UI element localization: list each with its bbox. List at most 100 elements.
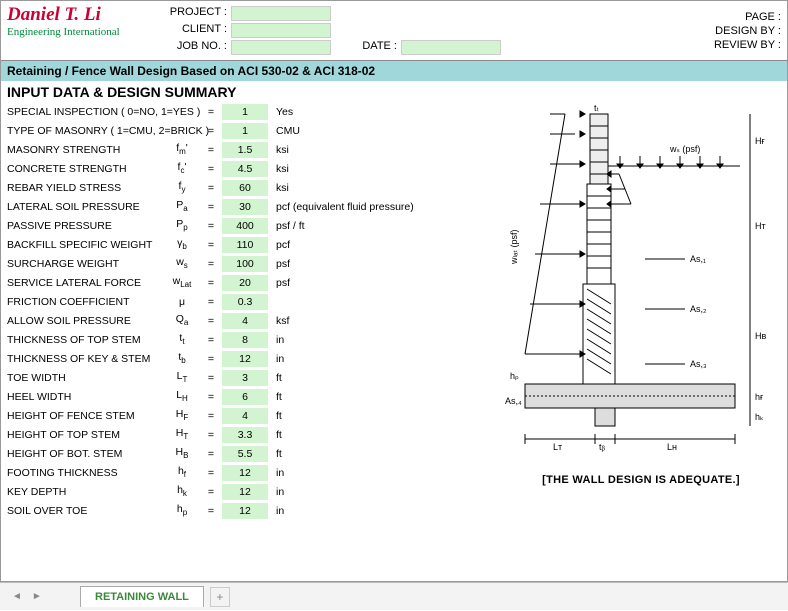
param-value[interactable]: 30 <box>222 199 268 215</box>
param-value[interactable]: 5.5 <box>222 446 268 462</box>
param-value[interactable]: 6 <box>222 389 268 405</box>
param-desc: PASSIVE PRESSURE <box>7 220 162 232</box>
param-value[interactable]: 8 <box>222 332 268 348</box>
param-unit: ksf <box>270 315 487 327</box>
svg-text:tᵦ: tᵦ <box>599 442 606 452</box>
param-value[interactable]: 12 <box>222 465 268 481</box>
param-unit: psf <box>270 277 487 289</box>
param-desc: HEIGHT OF FENCE STEM <box>7 410 162 422</box>
param-row: THICKNESS OF TOP STEMtt=8in <box>7 330 487 349</box>
param-unit: ft <box>270 391 487 403</box>
client-input[interactable] <box>231 23 331 38</box>
param-value[interactable]: 12 <box>222 484 268 500</box>
param-unit: pcf <box>270 239 487 251</box>
svg-text:Hғ: Hғ <box>755 136 765 146</box>
param-row: SERVICE LATERAL FORCEwLat=20psf <box>7 273 487 292</box>
param-value[interactable]: 0.3 <box>222 294 268 310</box>
equals-sign: = <box>202 334 220 346</box>
tab-retaining-wall[interactable]: RETAINING WALL <box>80 586 204 607</box>
param-value[interactable]: 4 <box>222 313 268 329</box>
tab-prev-icon[interactable]: ◄ <box>12 591 22 602</box>
param-symbol: LH <box>162 389 202 403</box>
param-symbol: wLat <box>162 275 202 289</box>
param-row: KEY DEPTHhk=12in <box>7 482 487 501</box>
equals-sign: = <box>202 429 220 441</box>
param-value[interactable]: 1 <box>222 104 268 120</box>
param-desc: THICKNESS OF KEY & STEM <box>7 353 162 365</box>
param-symbol: ws <box>162 256 202 270</box>
param-value[interactable]: 100 <box>222 256 268 272</box>
date-input[interactable] <box>401 40 501 55</box>
param-desc: HEIGHT OF BOT. STEM <box>7 448 162 460</box>
wall-diagram: tₜ wₛ <box>495 102 787 580</box>
param-unit: Yes <box>270 106 487 118</box>
param-symbol: hp <box>162 503 202 517</box>
project-input[interactable] <box>231 6 331 21</box>
header: Daniel T. Li Engineering International P… <box>1 1 787 61</box>
param-unit: CMU <box>270 125 487 137</box>
param-symbol: Pp <box>162 218 202 232</box>
param-desc: HEEL WIDTH <box>7 391 162 403</box>
svg-text:As,₁: As,₁ <box>690 254 706 264</box>
param-unit: ft <box>270 410 487 422</box>
equals-sign: = <box>202 163 220 175</box>
param-value[interactable]: 400 <box>222 218 268 234</box>
equals-sign: = <box>202 391 220 403</box>
equals-sign: = <box>202 258 220 270</box>
param-desc: TYPE OF MASONRY ( 1=CMU, 2=BRICK ) <box>7 125 162 137</box>
tab-next-icon[interactable]: ► <box>32 591 42 602</box>
equals-sign: = <box>202 182 220 194</box>
param-unit: in <box>270 353 487 365</box>
param-row: LATERAL SOIL PRESSUREPa=30pcf (equivalen… <box>7 197 487 216</box>
svg-text:tₜ: tₜ <box>594 104 600 113</box>
param-symbol: fy <box>162 180 202 194</box>
svg-text:Hʙ: Hʙ <box>755 331 766 341</box>
param-value[interactable]: 60 <box>222 180 268 196</box>
reviewby-label: REVIEW BY : <box>597 39 787 51</box>
equals-sign: = <box>202 125 220 137</box>
equals-sign: = <box>202 220 220 232</box>
param-desc: SPECIAL INSPECTION ( 0=NO, 1=YES ) <box>7 106 162 118</box>
equals-sign: = <box>202 106 220 118</box>
param-value[interactable]: 3.3 <box>222 427 268 443</box>
page-label: PAGE : <box>597 11 787 23</box>
param-value[interactable]: 4 <box>222 408 268 424</box>
svg-text:Lн: Lн <box>667 442 677 452</box>
param-value[interactable]: 20 <box>222 275 268 291</box>
param-value[interactable]: 1 <box>222 123 268 139</box>
param-value[interactable]: 3 <box>222 370 268 386</box>
param-symbol: γb <box>162 237 202 251</box>
param-desc: FOOTING THICKNESS <box>7 467 162 479</box>
tab-add-button[interactable]: + <box>210 587 230 607</box>
param-row: SPECIAL INSPECTION ( 0=NO, 1=YES ) =1Yes <box>7 102 487 121</box>
param-desc: SURCHARGE WEIGHT <box>7 258 162 270</box>
param-value[interactable]: 4.5 <box>222 161 268 177</box>
param-row: HEIGHT OF FENCE STEMHF=4ft <box>7 406 487 425</box>
section-title: INPUT DATA & DESIGN SUMMARY <box>1 81 787 102</box>
param-row: TYPE OF MASONRY ( 1=CMU, 2=BRICK ) =1CMU <box>7 121 487 140</box>
param-value[interactable]: 12 <box>222 503 268 519</box>
param-unit: ft <box>270 372 487 384</box>
param-symbol: tb <box>162 351 202 365</box>
param-unit: ksi <box>270 182 487 194</box>
svg-text:wₛ (psf): wₛ (psf) <box>669 144 700 154</box>
param-row: ALLOW SOIL PRESSUREQa=4ksf <box>7 311 487 330</box>
param-value[interactable]: 1.5 <box>222 142 268 158</box>
param-value[interactable]: 110 <box>222 237 268 253</box>
sheet-tabs: ◄ ► RETAINING WALL + <box>0 582 788 610</box>
date-label: DATE : <box>331 40 401 55</box>
header-fields: PROJECT : CLIENT : JOB NO. : DATE : <box>161 1 597 60</box>
param-desc: FRICTION COEFFICIENT <box>7 296 162 308</box>
param-row: HEIGHT OF BOT. STEMHB=5.5ft <box>7 444 487 463</box>
jobno-input[interactable] <box>231 40 331 55</box>
param-symbol: HB <box>162 446 202 460</box>
equals-sign: = <box>202 239 220 251</box>
param-symbol: fc' <box>162 161 202 175</box>
param-value[interactable]: 12 <box>222 351 268 367</box>
design-status: [THE WALL DESIGN IS ADEQUATE.] <box>495 474 787 486</box>
param-desc: BACKFILL SPECIFIC WEIGHT <box>7 239 162 251</box>
equals-sign: = <box>202 505 220 517</box>
equals-sign: = <box>202 467 220 479</box>
param-symbol: tt <box>162 332 202 346</box>
param-row: SURCHARGE WEIGHTws=100psf <box>7 254 487 273</box>
